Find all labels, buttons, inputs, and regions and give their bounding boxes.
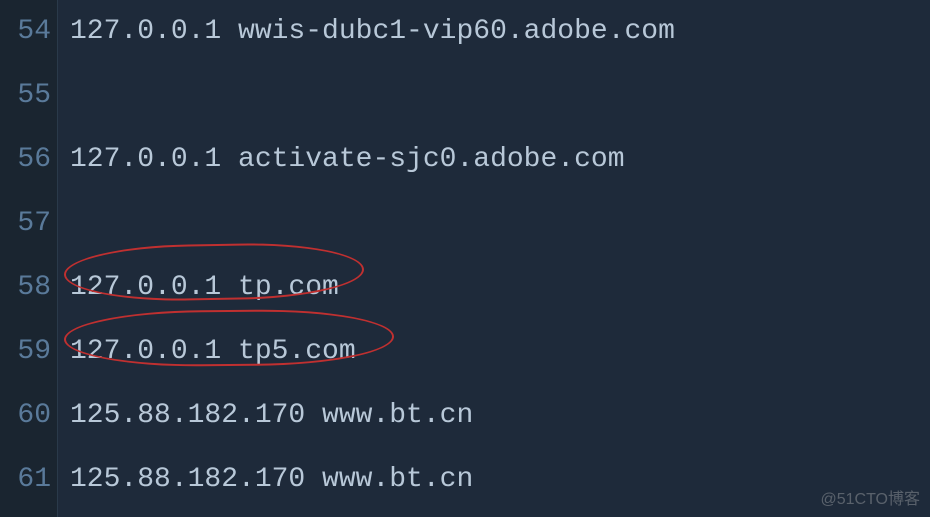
- code-line[interactable]: 127.0.0.1 tp.com: [70, 256, 930, 320]
- watermark-text: @51CTO博客: [820, 485, 920, 509]
- line-number: 57: [0, 192, 51, 256]
- code-line[interactable]: 127.0.0.1 activate-sjc0.adobe.com: [70, 128, 930, 192]
- code-line[interactable]: 125.88.182.170 www.bt.cn: [70, 384, 930, 448]
- code-line[interactable]: [70, 192, 930, 256]
- line-number: 54: [0, 0, 51, 64]
- line-number: 56: [0, 128, 51, 192]
- code-line[interactable]: [70, 64, 930, 128]
- line-number: 59: [0, 320, 51, 384]
- code-line[interactable]: 125.88.182.170 www.bt.cn: [70, 448, 930, 512]
- line-number: 58: [0, 256, 51, 320]
- code-editor[interactable]: 54 55 56 57 58 59 60 61 127.0.0.1 wwis-d…: [0, 0, 930, 517]
- line-number: 61: [0, 448, 51, 512]
- line-number: 60: [0, 384, 51, 448]
- code-content[interactable]: 127.0.0.1 wwis-dubc1-vip60.adobe.com 127…: [58, 0, 930, 517]
- line-number-gutter: 54 55 56 57 58 59 60 61: [0, 0, 58, 517]
- code-line[interactable]: 127.0.0.1 tp5.com: [70, 320, 930, 384]
- line-number: 55: [0, 64, 51, 128]
- code-line[interactable]: 127.0.0.1 wwis-dubc1-vip60.adobe.com: [70, 0, 930, 64]
